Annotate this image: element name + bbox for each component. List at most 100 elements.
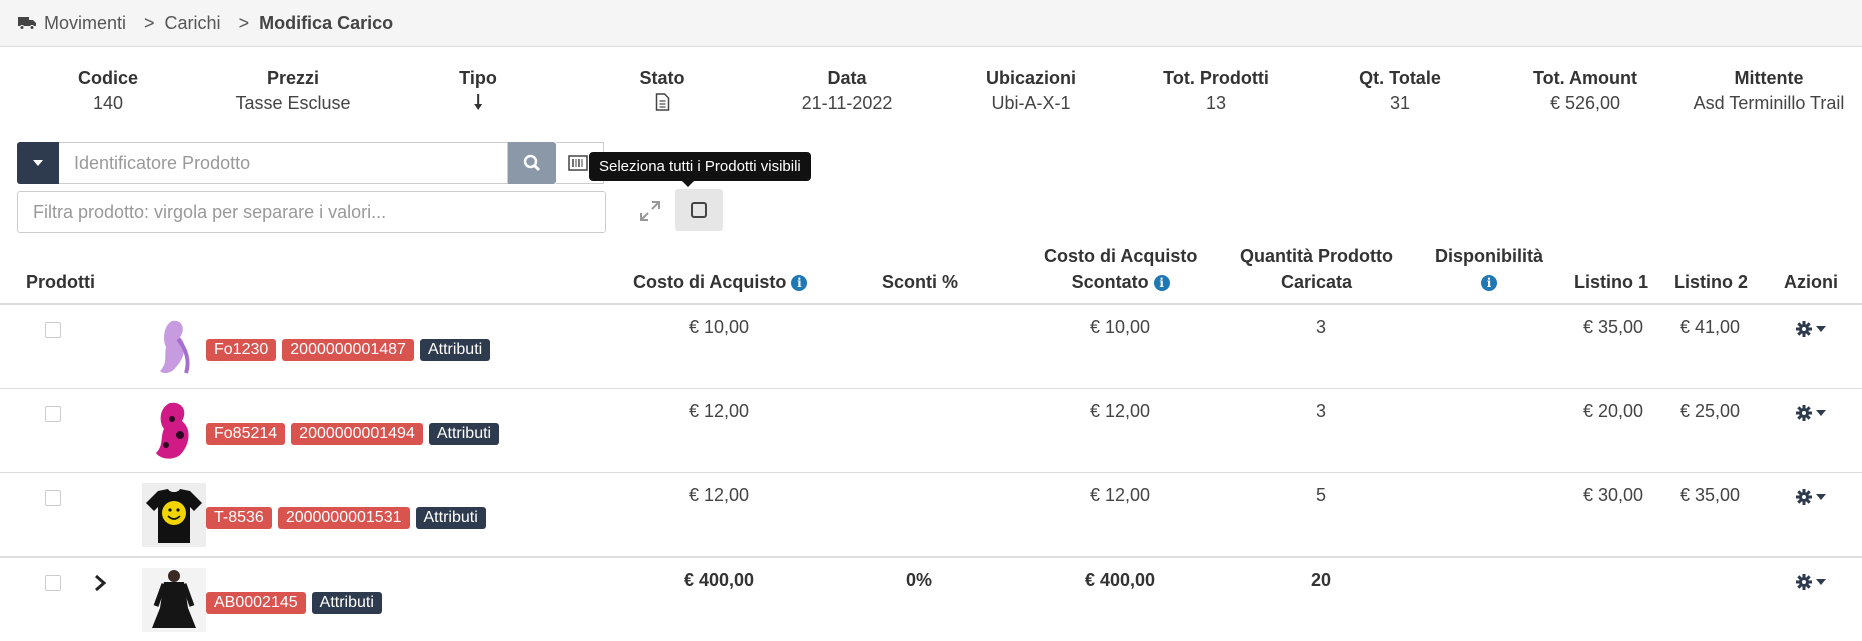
table-row-grouped: AB0002145 Attributi € 400,00 0% € 400,00… (0, 556, 1862, 640)
search-icon (523, 154, 541, 172)
table-header: Prodotti Costo di Acquisto i Sconti % Co… (0, 243, 1862, 305)
header-azioni: Azioni (1784, 272, 1838, 292)
product-image (142, 483, 206, 547)
summary-tot-amount: Tot. Amount € 526,00 (1533, 68, 1637, 113)
expand-icon[interactable] (638, 199, 662, 223)
summary-mittente: Mittente Asd Terminillo Trail (1693, 68, 1845, 113)
summary-tot-prodotti: Tot. Prodotti 13 (1163, 68, 1269, 113)
gear-icon (1796, 489, 1812, 505)
product-badges: Fo1230 2000000001487 Attributi (206, 339, 491, 361)
row-actions-button[interactable] (1796, 488, 1830, 506)
cell-quantita: 3 (1315, 401, 1327, 421)
product-code-badge: Fo85214 (206, 423, 286, 445)
header-listino-2: Listino 2 (1674, 272, 1749, 292)
cell-listino-2: € 41,00 (1679, 317, 1741, 337)
info-icon[interactable]: i (1153, 275, 1170, 292)
header-quantita: Quantità Prodotto Caricata (1240, 246, 1393, 292)
gear-icon (1796, 574, 1812, 590)
select-all-button[interactable] (675, 189, 723, 231)
summary-prezzi: Prezzi Tasse Escluse (235, 68, 351, 113)
search-mode-dropdown[interactable] (17, 142, 59, 184)
gear-icon (1796, 405, 1812, 421)
product-badges: T-8536 2000000001531 Attributi (206, 507, 486, 529)
breadcrumb-separator: > (144, 12, 155, 33)
summary-qt-totale: Qt. Totale 31 (1359, 68, 1441, 113)
attributes-badge[interactable]: Attributi (415, 507, 486, 529)
caret-down-icon (33, 160, 43, 166)
product-ean-badge: 2000000001494 (291, 423, 423, 445)
row-actions-button[interactable] (1796, 573, 1830, 591)
breadcrumb-separator: > (238, 12, 250, 33)
top-bar: Movimenti > Carichi > Modifica Carico (0, 0, 1862, 47)
breadcrumb-carichi[interactable]: Carichi (165, 13, 221, 34)
table-row: Fo1230 2000000001487 Attributi € 10,00 €… (0, 305, 1862, 389)
row-checkbox[interactable] (45, 575, 61, 591)
product-code-badge: Fo1230 (206, 339, 277, 361)
header-disponibilita: Disponibilità i (1435, 246, 1543, 292)
cell-quantita: 3 (1315, 317, 1327, 337)
barcode-icon (568, 155, 588, 171)
cell-listino-1: € 20,00 (1582, 401, 1644, 421)
breadcrumb: Movimenti > Carichi > Modifica Carico (18, 13, 393, 34)
arrow-down-icon (473, 94, 482, 110)
search-button[interactable] (508, 142, 556, 184)
truck-icon (18, 17, 36, 30)
summary-codice: Codice 140 (77, 68, 139, 113)
caret-down-icon (1816, 326, 1826, 332)
header-costo-scontato: Costo di Acquisto Scontato i (1044, 246, 1198, 292)
product-filter-input[interactable]: Filtra prodotto: virgola per separare i … (17, 191, 606, 233)
summary-ubicazioni: Ubicazioni Ubi-A-X-1 (985, 68, 1077, 113)
product-ean-badge: 2000000001487 (282, 339, 414, 361)
product-identifier-input[interactable]: Identificatore Prodotto (59, 142, 508, 184)
cell-listino-2: € 25,00 (1679, 401, 1741, 421)
cell-listino-1: € 30,00 (1582, 485, 1644, 505)
row-actions-button[interactable] (1796, 404, 1830, 422)
cell-quantita: 20 (1310, 570, 1332, 590)
select-all-tooltip: Seleziona tutti i Prodotti visibili (589, 152, 811, 187)
caret-down-icon (1816, 494, 1826, 500)
row-actions-button[interactable] (1796, 320, 1830, 338)
header-costo-acquisto: Costo di Acquisto i (633, 269, 808, 295)
caret-down-icon (1816, 410, 1826, 416)
row-checkbox[interactable] (45, 490, 61, 506)
cell-costo-scontato: € 400,00 (1084, 570, 1156, 590)
table-row: T-8536 2000000001531 Attributi € 12,00 €… (0, 473, 1862, 557)
product-badges: Fo85214 2000000001494 Attributi (206, 423, 500, 445)
cell-listino-2: € 35,00 (1679, 485, 1741, 505)
cell-costo: € 12,00 (688, 485, 750, 505)
info-icon[interactable]: i (1481, 275, 1497, 292)
table-row: Fo85214 2000000001494 Attributi € 12,00 … (0, 389, 1862, 473)
gear-icon (1796, 321, 1812, 337)
summary-tipo: Tipo (459, 68, 497, 116)
cell-costo: € 400,00 (683, 570, 755, 590)
attributes-badge[interactable]: Attributi (419, 339, 491, 361)
caret-down-icon (1816, 579, 1826, 585)
cell-listino-1: € 35,00 (1582, 317, 1644, 337)
product-image (160, 320, 190, 374)
row-checkbox[interactable] (45, 322, 61, 338)
row-checkbox[interactable] (45, 406, 61, 422)
load-summary: Codice 140 Prezzi Tasse Escluse Tipo Sta… (0, 68, 1862, 118)
product-image (142, 568, 206, 632)
header-prodotti: Prodotti (26, 272, 95, 292)
chevron-right-icon[interactable] (93, 574, 107, 592)
summary-stato: Stato (640, 68, 685, 116)
attributes-badge[interactable]: Attributi (428, 423, 500, 445)
product-code-badge: T-8536 (206, 507, 272, 529)
product-search-bar: Identificatore Prodotto (17, 142, 604, 184)
header-listino-1: Listino 1 (1574, 272, 1649, 292)
cell-costo: € 10,00 (688, 317, 750, 337)
product-code-badge: AB0002145 (206, 592, 306, 614)
info-icon[interactable]: i (791, 275, 808, 292)
document-icon (655, 93, 669, 111)
product-ean-badge: 2000000001531 (277, 507, 410, 529)
product-badges: AB0002145 Attributi (206, 592, 382, 614)
breadcrumb-movimenti[interactable]: Movimenti (44, 13, 126, 34)
checkbox-icon (691, 202, 707, 218)
attributes-badge[interactable]: Attributi (311, 592, 382, 614)
cell-quantita: 5 (1315, 485, 1327, 505)
header-sconti: Sconti % (882, 272, 959, 292)
product-image (156, 402, 189, 459)
summary-data: Data 21-11-2022 (801, 68, 893, 113)
cell-sconti: 0% (905, 570, 933, 590)
